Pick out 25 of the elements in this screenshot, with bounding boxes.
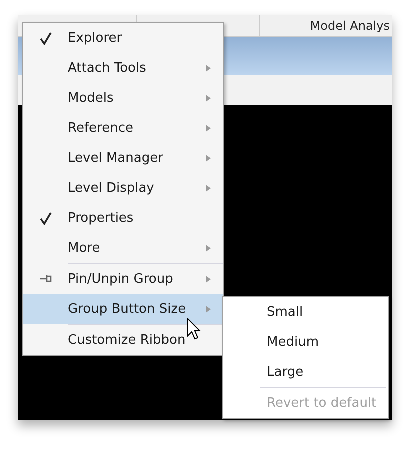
menu-item[interactable]: Large <box>223 357 388 387</box>
menu-item[interactable]: Reference <box>23 113 223 143</box>
submenu-arrow-icon <box>206 154 211 162</box>
submenu-arrow-icon <box>206 94 211 102</box>
menu-item[interactable]: Level Display <box>23 173 223 203</box>
menu-item[interactable]: Attach Tools <box>23 53 223 83</box>
pin-icon <box>40 275 52 283</box>
ribbon-tab[interactable]: Model Analys <box>259 15 392 36</box>
submenu-arrow-icon <box>206 244 211 252</box>
menu-item[interactable]: More <box>23 233 223 263</box>
submenu-arrow-icon <box>206 306 211 312</box>
submenu-arrow-icon <box>206 64 211 72</box>
menu-item[interactable]: Level Manager <box>23 143 223 173</box>
submenu-arrow-icon <box>206 124 211 132</box>
menu-item[interactable]: Group Button Size <box>23 294 223 324</box>
submenu-arrow-icon <box>206 276 211 282</box>
menu-item[interactable]: Properties <box>23 203 223 233</box>
menu-item[interactable]: Models <box>23 83 223 113</box>
menu-item[interactable]: Medium <box>223 327 388 357</box>
menu-item[interactable]: Small <box>223 297 388 327</box>
submenu-arrow-icon <box>206 184 211 192</box>
pointer-icon <box>187 318 203 341</box>
menu-item[interactable]: Pin/Unpin Group <box>23 264 223 294</box>
menu-item[interactable]: Customize Ribbon <box>23 325 223 355</box>
menu-item[interactable]: Explorer <box>23 23 223 53</box>
